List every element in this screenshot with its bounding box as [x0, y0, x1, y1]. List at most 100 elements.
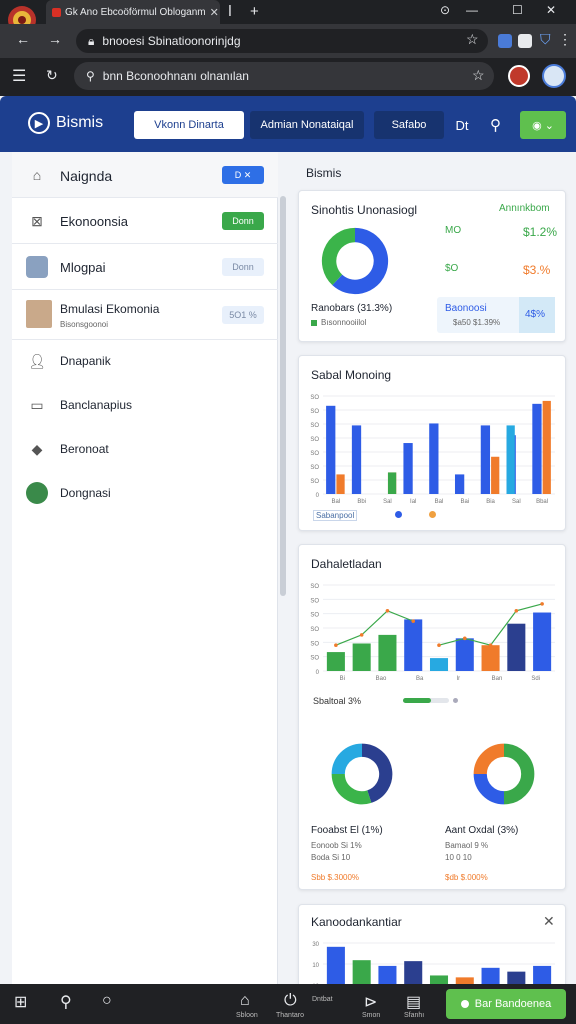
row1-label: MO	[445, 225, 462, 236]
donut-left	[331, 743, 393, 805]
x-tick-label: Bal	[435, 499, 444, 505]
chart-bar	[429, 423, 439, 494]
y-tick-label: SO	[310, 598, 319, 604]
address-text: bnooesi Sbinatioonorinjdg	[102, 34, 241, 48]
back-icon[interactable]: ←	[16, 31, 30, 47]
reload-icon[interactable]: ↻	[46, 67, 58, 84]
trend-point	[334, 643, 338, 647]
summary-donut-slice	[321, 227, 356, 286]
play-circle-icon: ▶	[28, 112, 50, 134]
sidebar-badge[interactable]: 5O1 %	[222, 306, 264, 324]
tab-favicon-icon	[52, 7, 61, 17]
sidebar-item-bmulasi[interactable]: Bmulasi Ekomonia Bisonsgoonoi 5O1 %	[12, 290, 278, 340]
sidebar-badge[interactable]: Donn	[222, 212, 264, 230]
sidebar-item-dnapanik[interactable]: 👤︎ Dnapanik	[12, 348, 278, 374]
extension-icon-2[interactable]	[518, 34, 532, 48]
profile-avatar[interactable]	[508, 65, 530, 87]
donut-left-line1: Eonoob Si 1%	[311, 841, 362, 850]
taskbar-label: Sfanhı	[404, 1012, 425, 1019]
chart-bar	[480, 425, 491, 494]
extension-icon[interactable]	[498, 34, 512, 48]
row2-label: $O	[445, 263, 459, 274]
forward-icon[interactable]: →	[48, 31, 62, 47]
bookmark-star-icon[interactable]: ☆	[472, 67, 485, 84]
sidebar-item-sub: Bisonsgoonoi	[60, 320, 109, 329]
maximize-icon[interactable]: ☐	[512, 3, 523, 17]
bar-chart-card: Sabal Monoing SO SO SO SO SO SO SO 0 Bal Bbi Sal Ia…	[298, 355, 566, 531]
windows-start-icon[interactable]: ⊞	[14, 992, 27, 1012]
highlight-pct: 4$%	[525, 309, 546, 320]
y-tick-label: SO	[310, 451, 319, 457]
sidebar-item-beronoat[interactable]: ◆ Beronoat	[12, 436, 278, 462]
tab-admian[interactable]: Admian Nonataiqal	[250, 111, 364, 139]
minimize-icon[interactable]: —	[466, 3, 478, 17]
x-tick-label: Bal	[332, 499, 341, 505]
new-tab-icon[interactable]: +	[250, 3, 259, 20]
trend-line	[438, 603, 543, 646]
cta-label: Bar Bandoenea	[474, 998, 552, 1010]
sidebar-item-dongnasi[interactable]: Dongnasi	[12, 480, 278, 506]
folder-icon[interactable]: ▤	[406, 992, 421, 1012]
chart-bar	[378, 965, 397, 985]
tab-dt[interactable]: Dt	[448, 111, 476, 139]
play-icon[interactable]: ⊳	[364, 992, 377, 1012]
search-icon[interactable]: ⚲	[490, 116, 501, 134]
power-icon[interactable]: ⏻	[284, 992, 297, 1010]
legend-swatch	[311, 320, 317, 326]
left-donut-slice	[331, 743, 363, 775]
avatar-icon	[26, 256, 48, 278]
chart-icon: ⊠	[31, 212, 43, 229]
chart-bar	[507, 623, 526, 671]
shield-icon[interactable]: ⛉	[540, 31, 551, 48]
row2-value: $3.%	[523, 263, 551, 277]
chart-bar	[336, 474, 345, 494]
highlight-box: Baonoosi $a50 $1.39% 4$%	[437, 297, 555, 333]
card-title: Kanoodankantiar	[311, 915, 402, 929]
cta-button[interactable]: Bar Bandoenea	[446, 989, 566, 1019]
user-avatar[interactable]	[542, 64, 566, 88]
browser-tab[interactable]: Gk Ano Ebcoöförmul Obloganm ✕	[46, 0, 220, 24]
card-title: Sinohtis Unonasiogl	[311, 203, 418, 217]
card-link[interactable]: Annınkbom	[499, 203, 550, 214]
donut-left-line2: Boda Si 10	[311, 853, 351, 862]
menu-dots-icon[interactable]: ⋮	[558, 31, 572, 48]
sidebar-item-mlogpai[interactable]: Mlogpai Donn	[12, 244, 278, 290]
hamburger-icon[interactable]: ☰	[12, 66, 26, 86]
circle-icon[interactable]: ○	[102, 992, 112, 1010]
y-tick-label: SO	[310, 656, 319, 662]
star-icon[interactable]: ☆	[466, 31, 479, 48]
donut-sub: Bısonnooiilol	[321, 318, 367, 327]
tab-vkonn[interactable]: Vkonn Dinarta	[134, 111, 244, 139]
chart-bar	[507, 971, 526, 985]
sidebar-item-naignda[interactable]: ⌂ Naignda D ✕	[12, 152, 278, 198]
legend-dot	[429, 511, 436, 518]
search-bar[interactable]: ⚲ bnn Bconoohnanı olnanılan	[74, 62, 494, 90]
sidebar-badge[interactable]: Donn	[222, 258, 264, 276]
dashboard-card: Dahaletladan SO SO SO SO SO SO 0 Bi Bao Ba Ir Ban Sd…	[298, 544, 566, 890]
avatar-icon	[26, 300, 52, 328]
row1-value: $1.2%	[523, 225, 558, 239]
status-toggle[interactable]: ◉ ⌄	[520, 111, 566, 139]
chart-bar	[533, 965, 552, 985]
tab-menu-icon[interactable]: ǀ	[228, 3, 232, 20]
sidebar-item-label: Banclanapius	[60, 398, 133, 412]
record-icon[interactable]: ⊙	[440, 3, 450, 17]
trend-point	[540, 602, 544, 606]
sidebar-badge[interactable]: D ✕	[222, 166, 264, 184]
tab-safabo[interactable]: Safabo	[374, 111, 444, 139]
brand[interactable]: ▶ Bismis	[28, 112, 103, 134]
sidebar-item-ekonoonsia[interactable]: ⊠ Ekonoonsia Donn	[12, 198, 278, 244]
address-bar[interactable]: 🔒︎ bnooesi Sbinatioonorinjdg	[76, 29, 488, 53]
sidebar-item-banclanapius[interactable]: ▭ Banclanapius	[12, 392, 278, 418]
tab-close-icon[interactable]: ✕	[210, 6, 219, 19]
progress-dot	[453, 698, 458, 703]
donut-left-foot: Sbb $.3000%	[311, 873, 360, 882]
search-taskbar-icon[interactable]: ⚲	[60, 992, 72, 1012]
x-tick-label: Ir	[456, 676, 460, 682]
home-taskbar-icon[interactable]: ⌂	[240, 992, 250, 1010]
sidebar-scrollbar[interactable]	[280, 196, 286, 596]
y-tick-label: SO	[310, 613, 319, 619]
y-tick-label: 0	[316, 493, 320, 499]
close-window-icon[interactable]: ✕	[546, 3, 556, 17]
close-icon[interactable]: ✕	[543, 913, 555, 930]
